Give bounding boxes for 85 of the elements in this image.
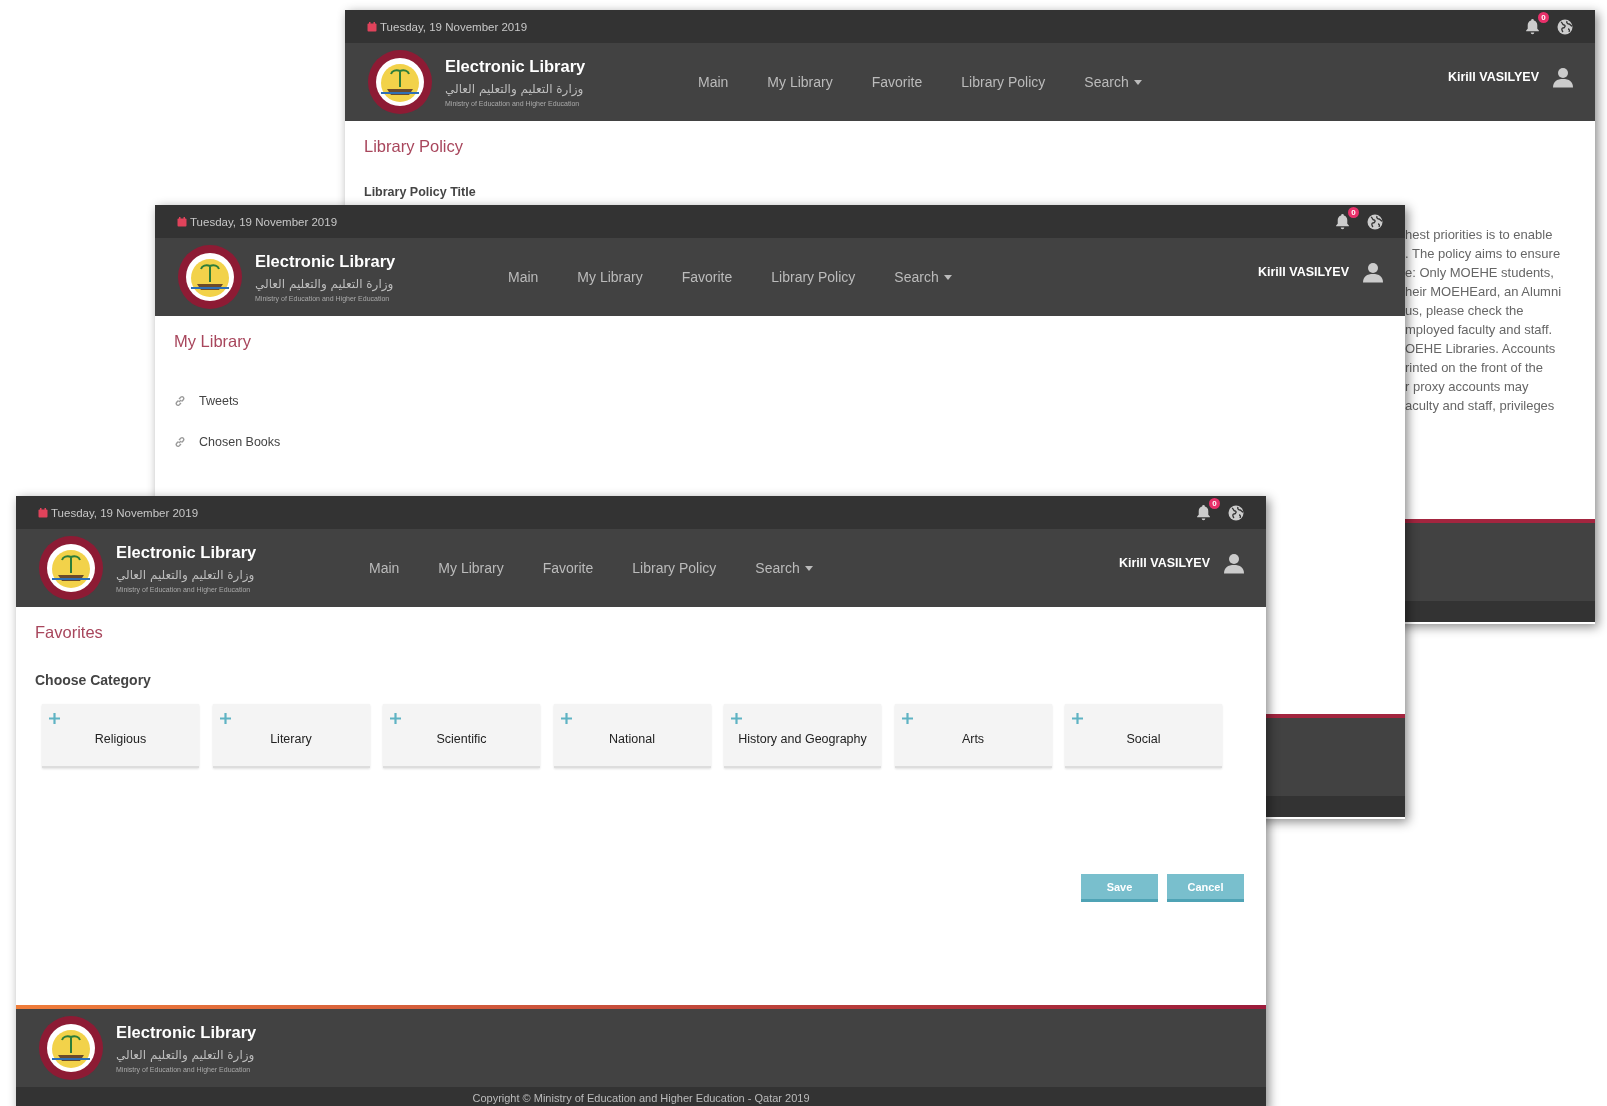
- bell-icon[interactable]: [1195, 504, 1212, 521]
- site-arabic-name: وزارة التعليم والتعليم العالي: [116, 568, 256, 582]
- globe-icon[interactable]: [1367, 213, 1383, 230]
- library-link[interactable]: Chosen Books: [199, 435, 281, 449]
- paragraph-line: heir MOEHEard, an Alumni: [1405, 283, 1563, 301]
- plus-icon: [731, 713, 742, 724]
- nav-link[interactable]: My Library: [577, 269, 643, 285]
- date-text: Tuesday, 19 November 2019: [380, 20, 528, 33]
- link-icon: [174, 395, 186, 407]
- emblem-logo: [177, 244, 243, 310]
- user-name[interactable]: Kirill VASILYEV: [1119, 556, 1210, 570]
- bell-icon[interactable]: [1334, 213, 1351, 230]
- category-card[interactable]: National: [553, 704, 711, 768]
- nav-link[interactable]: Library Policy: [771, 269, 856, 285]
- site-arabic-name: وزارة التعليم والتعليم العالي: [255, 277, 395, 291]
- nav-link[interactable]: My Library: [438, 560, 504, 576]
- globe-icon[interactable]: [1557, 18, 1573, 35]
- globe-icon[interactable]: [1228, 504, 1244, 521]
- site-title: Electronic Library: [445, 57, 586, 76]
- user-name[interactable]: Kirill VASILYEV: [1258, 265, 1349, 279]
- page-title: Favorites: [35, 623, 104, 642]
- notification-count: 0: [1209, 498, 1220, 509]
- emblem-logo: [367, 49, 433, 115]
- library-link[interactable]: Tweets: [199, 394, 239, 408]
- plus-icon: [390, 713, 401, 724]
- caret-icon: [943, 274, 952, 280]
- emblem-logo: [38, 535, 104, 601]
- copyright-text: Copyright © Ministry of Education and Higher Education - Qatar 2019: [472, 1091, 810, 1104]
- bell-icon[interactable]: [1524, 18, 1541, 35]
- paragraph-line: . The policy aims to ensure: [1405, 245, 1562, 263]
- plus-icon: [219, 713, 231, 724]
- nav-link[interactable]: Search: [894, 269, 952, 285]
- emblem-logo: [38, 1015, 104, 1081]
- site-title: Electronic Library: [116, 543, 257, 562]
- paragraph-line: mployed faculty and staff.: [1405, 321, 1554, 339]
- category-card[interactable]: Scientific: [383, 704, 540, 768]
- date-text: Tuesday, 19 November 2019: [51, 506, 199, 519]
- plus-icon: [901, 713, 913, 724]
- user-icon[interactable]: [1363, 261, 1383, 283]
- site-title: Electronic Library: [116, 1023, 257, 1042]
- calendar-icon: [367, 21, 377, 32]
- paragraph-line: OEHE Libraries. Accounts: [1405, 340, 1557, 358]
- nav-link[interactable]: Search: [755, 560, 813, 576]
- nav-link[interactable]: Main: [698, 74, 729, 90]
- nav-link[interactable]: Main: [508, 269, 539, 285]
- user-name[interactable]: Kirill VASILYEV: [1448, 70, 1539, 84]
- notification-count: 0: [1538, 12, 1549, 23]
- plus-icon: [560, 713, 572, 724]
- section-title: Choose Category: [35, 672, 152, 688]
- plus-icon: [49, 713, 60, 724]
- page-title: My Library: [174, 332, 252, 351]
- section-title: Library Policy Title: [364, 185, 477, 199]
- nav-link[interactable]: Main: [369, 560, 400, 576]
- paragraph-line: rinted on the front of the: [1405, 359, 1545, 377]
- nav-link[interactable]: Favorite: [542, 560, 594, 576]
- site-arabic-name: وزارة التعليم والتعليم العالي: [116, 1048, 256, 1062]
- nav-link[interactable]: Library Policy: [961, 74, 1046, 90]
- nav-link[interactable]: Library Policy: [632, 560, 717, 576]
- site-arabic-name: وزارة التعليم والتعليم العالي: [445, 82, 585, 96]
- link-icon: [174, 436, 186, 448]
- date-text: Tuesday, 19 November 2019: [190, 215, 338, 228]
- notification-count: 0: [1348, 207, 1359, 218]
- category-card[interactable]: Social: [1065, 704, 1222, 768]
- site-title: Electronic Library: [255, 252, 396, 271]
- user-icon[interactable]: [1224, 552, 1244, 574]
- calendar-icon: [38, 507, 48, 518]
- category-card[interactable]: History and Geography: [724, 704, 881, 768]
- caret-icon: [1133, 79, 1142, 85]
- category-card[interactable]: Arts: [894, 704, 1052, 768]
- paragraph-line: us, please check the: [1405, 302, 1525, 320]
- paragraph-line: aculty and staff, privileges: [1405, 397, 1556, 415]
- page-title: Library Policy: [364, 137, 465, 156]
- category-card[interactable]: Literary: [212, 704, 370, 768]
- nav-link[interactable]: Favorite: [871, 74, 923, 90]
- plus-icon: [1072, 713, 1083, 724]
- paragraph-line: e: Only MOEHE students,: [1405, 264, 1555, 282]
- nav-link[interactable]: Search: [1084, 74, 1142, 90]
- paragraph-line: r proxy accounts may: [1405, 378, 1530, 396]
- category-card[interactable]: Religious: [42, 704, 199, 768]
- nav-link[interactable]: Favorite: [681, 269, 733, 285]
- nav-link[interactable]: My Library: [767, 74, 833, 90]
- user-icon[interactable]: [1553, 66, 1573, 88]
- caret-icon: [804, 565, 813, 571]
- paragraph-line: hest priorities is to enable: [1405, 226, 1554, 244]
- calendar-icon: [177, 216, 187, 227]
